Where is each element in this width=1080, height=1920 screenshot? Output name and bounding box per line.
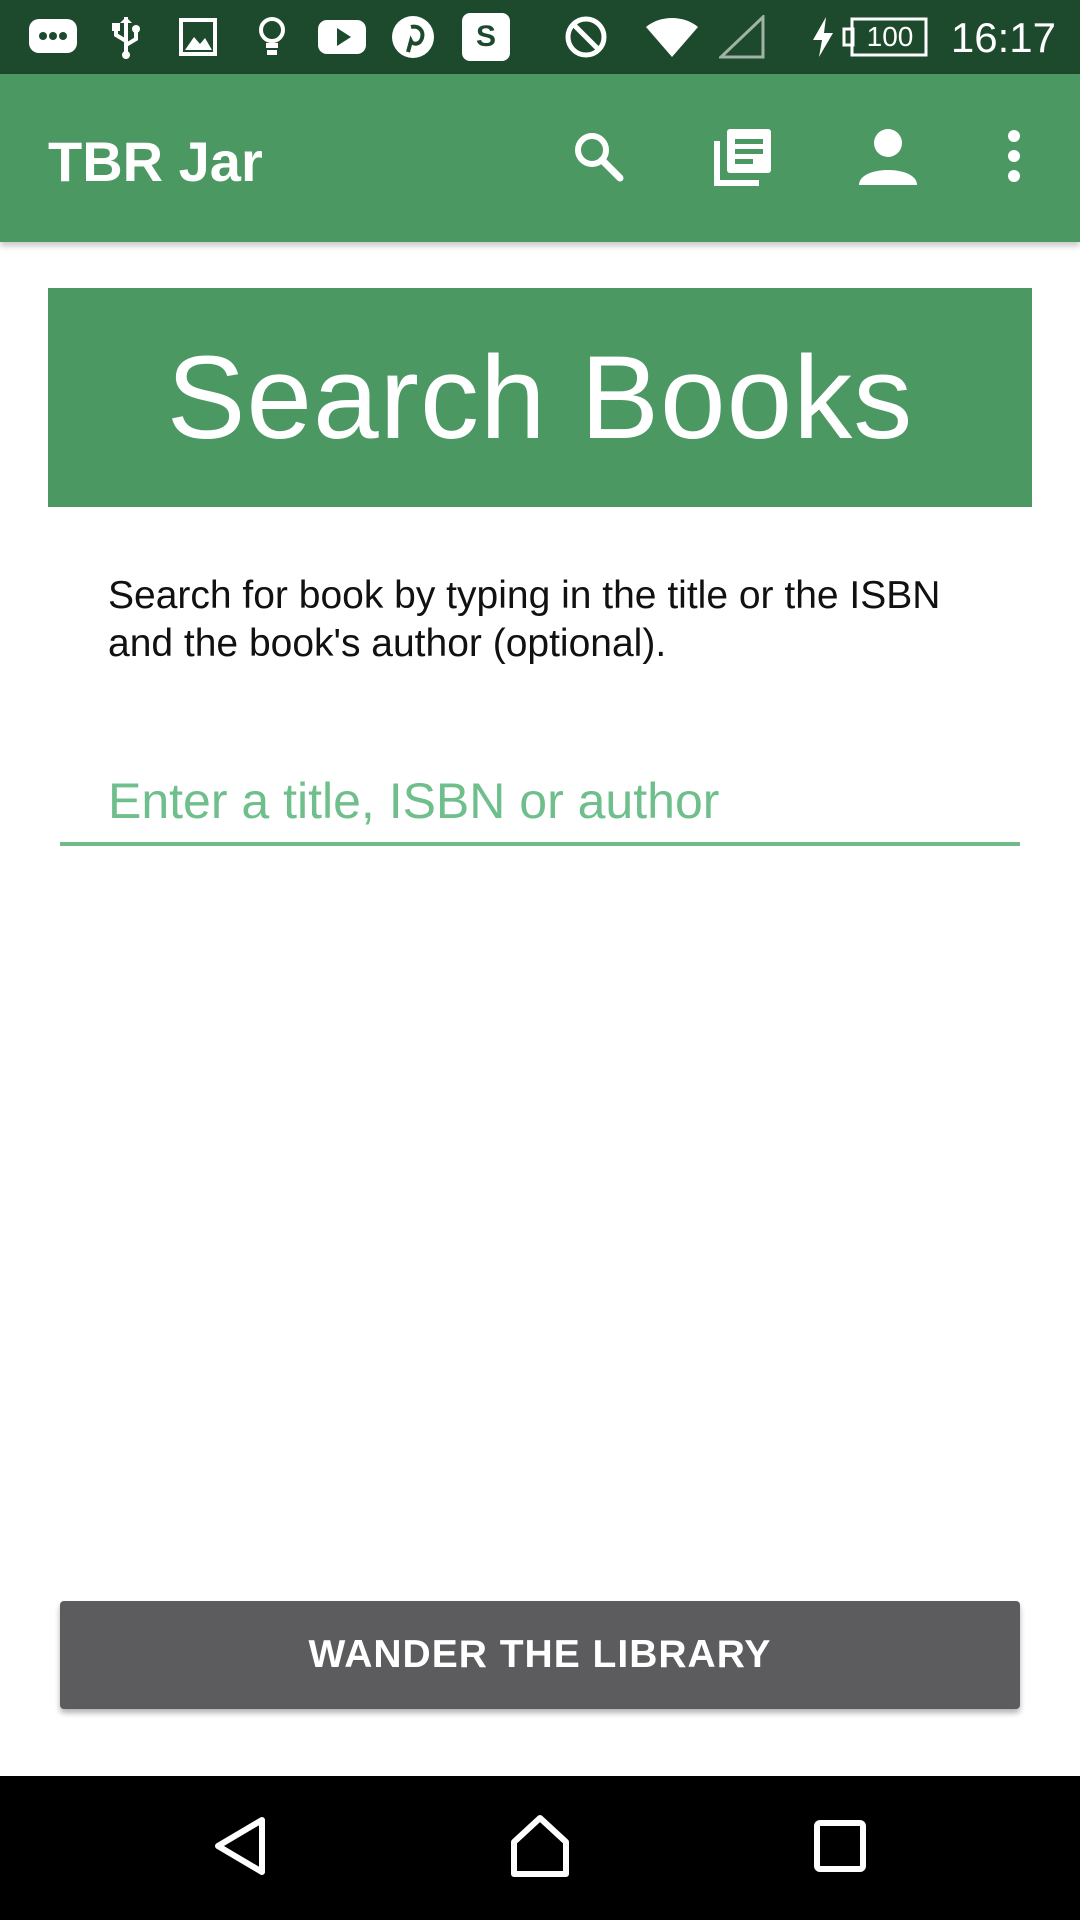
app-title: TBR Jar [48, 130, 263, 193]
battery-icon: 100 [842, 14, 928, 60]
library-icon [713, 125, 775, 192]
s-app-letter: S [475, 20, 496, 53]
recents-button[interactable] [790, 1798, 890, 1898]
search-instructions: Search for book by typing in the title o… [108, 574, 941, 665]
overflow-menu-button[interactable] [974, 118, 1054, 198]
search-button[interactable] [558, 118, 638, 198]
navigation-bar [0, 1776, 1080, 1920]
battery-level: 100 [866, 21, 914, 52]
app-bar: TBR Jar [0, 74, 1080, 242]
account-icon [857, 125, 919, 192]
library-button[interactable] [704, 118, 784, 198]
banner-title: Search Books [166, 331, 914, 464]
youtube-icon [316, 14, 368, 60]
charging-icon [808, 14, 838, 60]
search-input[interactable] [60, 760, 1020, 846]
clock: 16:17 [950, 14, 1056, 61]
status-bar: S 100 16:17 [0, 0, 1080, 74]
back-button[interactable] [190, 1798, 290, 1898]
do-not-disturb-icon [562, 14, 610, 60]
recents-icon [813, 1819, 867, 1878]
usb-icon [104, 14, 148, 60]
home-icon [508, 1814, 572, 1883]
wifi-icon [644, 14, 700, 60]
image-icon [176, 14, 220, 60]
cell-signal-icon [718, 14, 766, 60]
pinterest-icon [390, 14, 436, 60]
wander-the-library-button[interactable]: WANDER THE LIBRARY [60, 1601, 1020, 1709]
lightbulb-icon [250, 14, 294, 60]
messages-icon [26, 14, 80, 60]
account-button[interactable] [848, 118, 928, 198]
s-app-icon: S [460, 13, 512, 61]
search-icon [570, 128, 626, 189]
screen: S 100 16:17 TBR Jar Search Books Search … [0, 0, 1080, 1920]
home-button[interactable] [490, 1798, 590, 1898]
search-books-banner: Search Books [48, 288, 1032, 507]
overflow-menu-icon [1004, 128, 1024, 189]
back-icon [210, 1814, 270, 1883]
